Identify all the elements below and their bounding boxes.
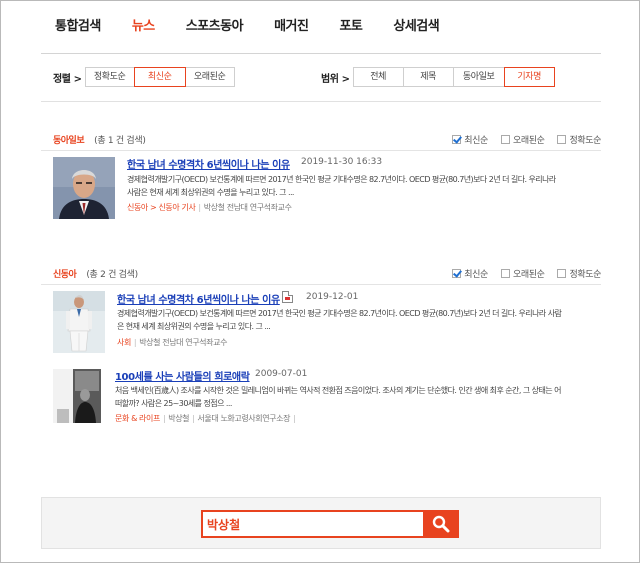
- article-summary: 경제협력개발기구(OECD) 보건통계에 따르면 2017년 한국인 평균 기대…: [127, 175, 556, 197]
- article-author-affiliation: 서울대 노화고령사회연구소장: [197, 414, 291, 423]
- sort-accuracy-label: 정확도순: [569, 269, 601, 280]
- range-all-button[interactable]: 전체: [352, 67, 404, 87]
- article-author: 박상철 전남대 연구석좌교수: [139, 338, 228, 347]
- tab-detailed-search[interactable]: 상세검색: [393, 15, 439, 34]
- section-divider: [41, 150, 601, 151]
- meta-separator: |: [133, 338, 137, 347]
- section-count: (총 1 건 검색): [94, 135, 146, 146]
- sort-oldest-label: 오래된순: [512, 135, 545, 146]
- tab-sports-donga[interactable]: 스포츠동아: [186, 15, 244, 34]
- nav-divider: [41, 53, 601, 54]
- checkbox[interactable]: [557, 268, 567, 278]
- sort-accuracy-button[interactable]: 정확도순: [84, 67, 135, 87]
- article-title-link[interactable]: 한국 남녀 수명격차 6년씩이나 나는 이유: [117, 291, 280, 306]
- tab-news[interactable]: 뉴스: [132, 15, 155, 34]
- bw-photo-icon: [53, 369, 101, 423]
- portrait-photo-icon: [53, 157, 115, 219]
- search-input[interactable]: [201, 510, 425, 538]
- sort-latest-checkbox[interactable]: 최신순: [452, 133, 488, 146]
- article-title-link[interactable]: 한국 남녀 수명격차 6년씩이나 나는 이유: [127, 156, 290, 171]
- filter-divider: [41, 101, 601, 102]
- page-frame: 통합검색 뉴스 스포츠동아 매거진 포토 상세검색 정렬 > 정확도순 최신순 …: [0, 0, 640, 563]
- section-sort-options: 최신순 오래된순 정확도순: [439, 266, 601, 280]
- article-author: 박상철 전남대 연구석좌교수: [203, 203, 292, 212]
- checkbox[interactable]: [500, 268, 510, 278]
- sort-latest-label: 최신순: [464, 135, 488, 146]
- range-options: 전체 제목 동아일보 기자명: [352, 67, 555, 87]
- tab-photo[interactable]: 포토: [339, 15, 362, 34]
- article-meta: 신동아 > 신동아 기사 | 박상철 전남대 연구석좌교수: [127, 202, 292, 213]
- range-dongailbo-button[interactable]: 동아일보: [452, 67, 505, 87]
- sort-oldest-label: 오래된순: [512, 269, 545, 280]
- search-area: [41, 497, 601, 549]
- article-summary: 경제협력개발기구(OECD) 보건통계에 따르면 2017년 한국인 평균 기대…: [117, 309, 562, 331]
- article-date: 2009-07-01: [255, 369, 308, 379]
- sort-latest-label: 최신순: [464, 269, 488, 280]
- article-date: 2019-11-30 16:33: [301, 157, 383, 167]
- sort-latest-checkbox[interactable]: 최신순: [452, 267, 488, 280]
- section-name[interactable]: 동아일보: [53, 133, 85, 146]
- article-meta: 문화 & 라이프 | 박상철 | 서울대 노화고령사회연구소장 |: [115, 413, 298, 424]
- search-button[interactable]: [423, 510, 459, 538]
- section-header-dongailbo: 동아일보 (총 1 건 검색) 최신순 오래된순 정확도순: [53, 132, 601, 146]
- article-thumbnail[interactable]: [53, 157, 115, 219]
- sort-accuracy-checkbox[interactable]: 정확도순: [557, 133, 601, 146]
- article-category-link[interactable]: 문화 & 라이프: [115, 414, 160, 423]
- article-category-link[interactable]: 신동아 > 신동아 기사: [127, 203, 196, 212]
- article-meta: 사회 | 박상철 전남대 연구석좌교수: [117, 337, 227, 348]
- sort-latest-button[interactable]: 최신순: [133, 67, 186, 87]
- sort-accuracy-label: 정확도순: [569, 135, 601, 146]
- sort-oldest-button[interactable]: 오래된순: [184, 67, 235, 87]
- article-category-link[interactable]: 사회: [117, 338, 131, 347]
- sort-oldest-checkbox[interactable]: 오래된순: [500, 267, 545, 280]
- section-sort-options: 최신순 오래된순 정확도순: [439, 132, 601, 146]
- article-thumbnail[interactable]: [53, 369, 101, 423]
- section-header-shindonga: 신동아 (총 2 건 검색) 최신순 오래된순 정확도순: [53, 266, 601, 280]
- checkbox[interactable]: [557, 134, 567, 144]
- article-title-link[interactable]: 100세를 사는 사람들의 희로애락: [115, 368, 250, 383]
- meta-separator: |: [198, 203, 201, 212]
- checkbox-checked[interactable]: [452, 268, 462, 278]
- range-reporter-button[interactable]: 기자명: [503, 67, 555, 87]
- pdf-icon[interactable]: [282, 291, 293, 303]
- meta-separator: |: [162, 414, 166, 423]
- tab-integrated-search[interactable]: 통합검색: [55, 15, 101, 34]
- section-name[interactable]: 신동아: [53, 267, 77, 280]
- tab-magazine[interactable]: 매거진: [274, 15, 309, 34]
- main-nav: 통합검색 뉴스 스포츠동아 매거진 포토 상세검색: [55, 15, 470, 34]
- sort-options: 정확도순 최신순 오래된순: [84, 67, 235, 87]
- article-summary: 처음 백세인(百歲人) 조사를 시작한 것은 밀레니엄이 바뀌는 역사적 전환점…: [115, 386, 561, 408]
- range-title-button[interactable]: 제목: [402, 67, 454, 87]
- checkbox[interactable]: [500, 134, 510, 144]
- range-filter: 범위 > 전체 제목 동아일보 기자명: [321, 67, 555, 87]
- article-author: 박상철: [168, 414, 190, 423]
- sort-oldest-checkbox[interactable]: 오래된순: [500, 133, 545, 146]
- meta-separator: |: [192, 414, 195, 423]
- sort-accuracy-checkbox[interactable]: 정확도순: [557, 267, 601, 280]
- search-icon: [432, 515, 450, 533]
- sort-filter: 정렬 > 정확도순 최신순 오래된순: [53, 67, 235, 87]
- sort-label: 정렬 >: [53, 73, 82, 85]
- standing-person-photo-icon: [53, 291, 105, 353]
- meta-separator: |: [293, 414, 296, 423]
- article-date: 2019-12-01: [306, 292, 359, 302]
- section-divider: [41, 284, 601, 285]
- range-label: 범위 >: [321, 73, 350, 85]
- article-thumbnail[interactable]: [53, 291, 105, 353]
- checkbox-checked[interactable]: [452, 134, 462, 144]
- section-count: (총 2 건 검색): [86, 269, 138, 280]
